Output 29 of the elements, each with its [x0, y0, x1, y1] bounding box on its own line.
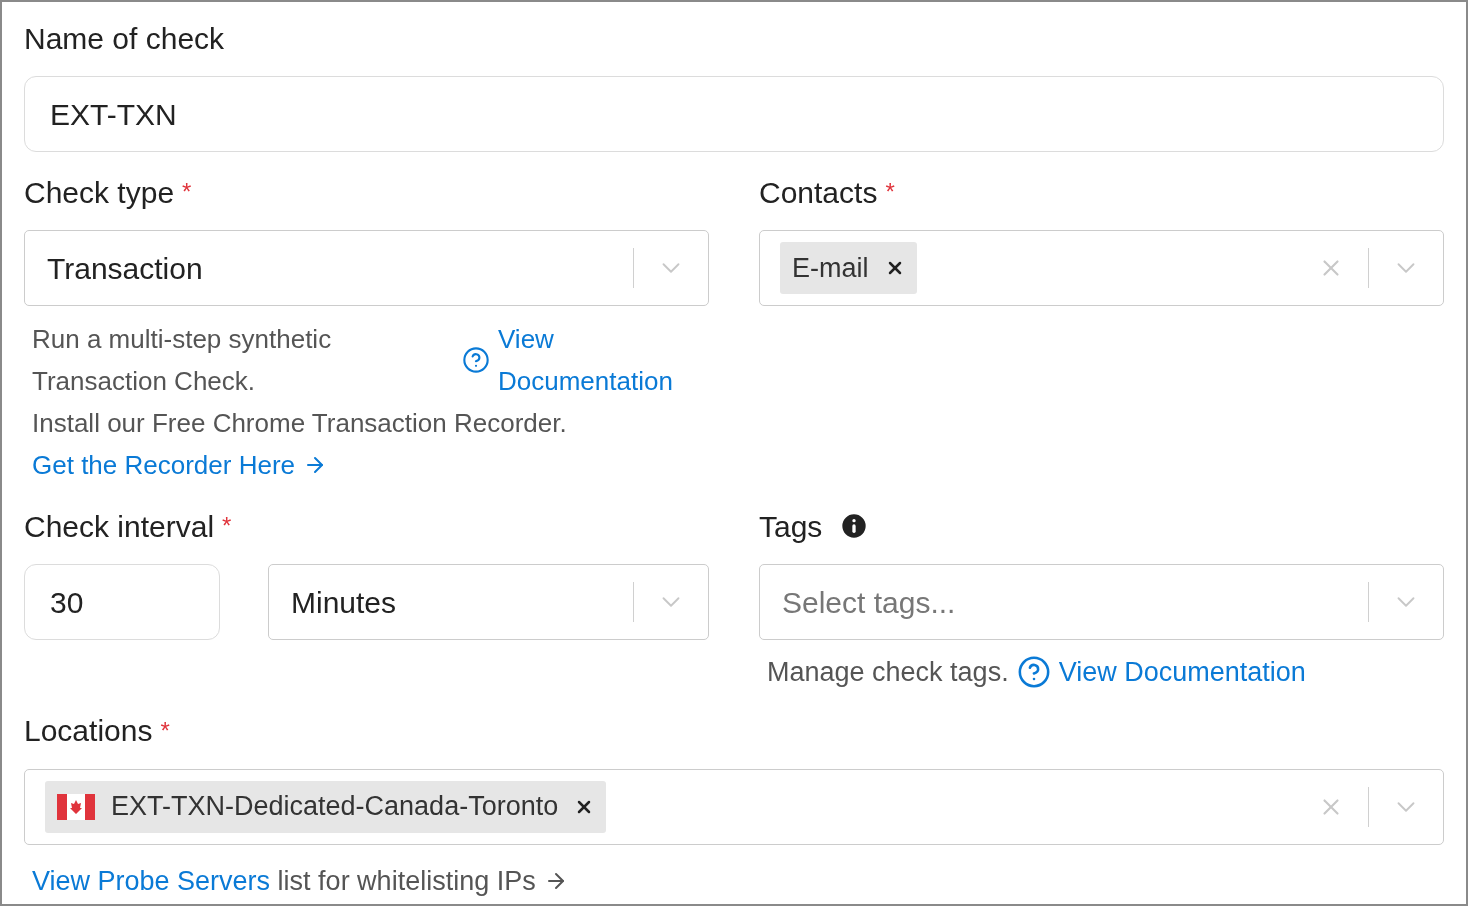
probe-servers-link[interactable]: View Probe Servers — [32, 860, 271, 901]
chip-label: E-mail — [792, 251, 869, 285]
required-mark: * — [885, 177, 895, 207]
recorder-link[interactable]: Get the Recorder Here — [32, 444, 327, 486]
required-mark: * — [182, 177, 192, 207]
interval-input[interactable]: 30 — [24, 564, 220, 640]
unit-select[interactable]: Minutes — [268, 564, 709, 640]
help-icon — [1016, 655, 1051, 690]
field-label: Name of check — [24, 20, 225, 57]
field-label: Check interval — [24, 508, 215, 545]
name-input[interactable]: EXT-TXN — [24, 76, 1444, 152]
check-type-select[interactable]: Transaction — [24, 230, 709, 306]
help-icon — [462, 346, 490, 374]
check-type-description: Run a multi-step synthetic Transaction Check. — [32, 323, 333, 398]
multi-select[interactable]: E-mail — [759, 230, 1444, 306]
field-label: Tags — [759, 508, 823, 545]
field-label: Contacts — [759, 174, 878, 211]
probe-servers-text: list for whitelisting IPs — [276, 864, 536, 898]
multi-select[interactable]: EXT-TXN-Dedicated-Canada-Toronto — [24, 768, 1444, 845]
required-mark: * — [160, 715, 170, 746]
required-mark: * — [222, 511, 232, 541]
documentation-link[interactable]: View Documentation — [498, 318, 708, 402]
documentation-link[interactable]: View Documentation — [1058, 652, 1306, 693]
install-text: Install our Free Chrome Transaction Recorder. — [32, 407, 568, 440]
tags-select[interactable]: Select tags... — [759, 564, 1444, 640]
tags-help-text: Manage check tags. — [767, 656, 1009, 689]
field-label: Check type — [24, 174, 175, 211]
field-label: Locations — [24, 713, 153, 749]
chip-label: EXT-TXN-Dedicated-Canada-Toronto — [111, 790, 559, 824]
